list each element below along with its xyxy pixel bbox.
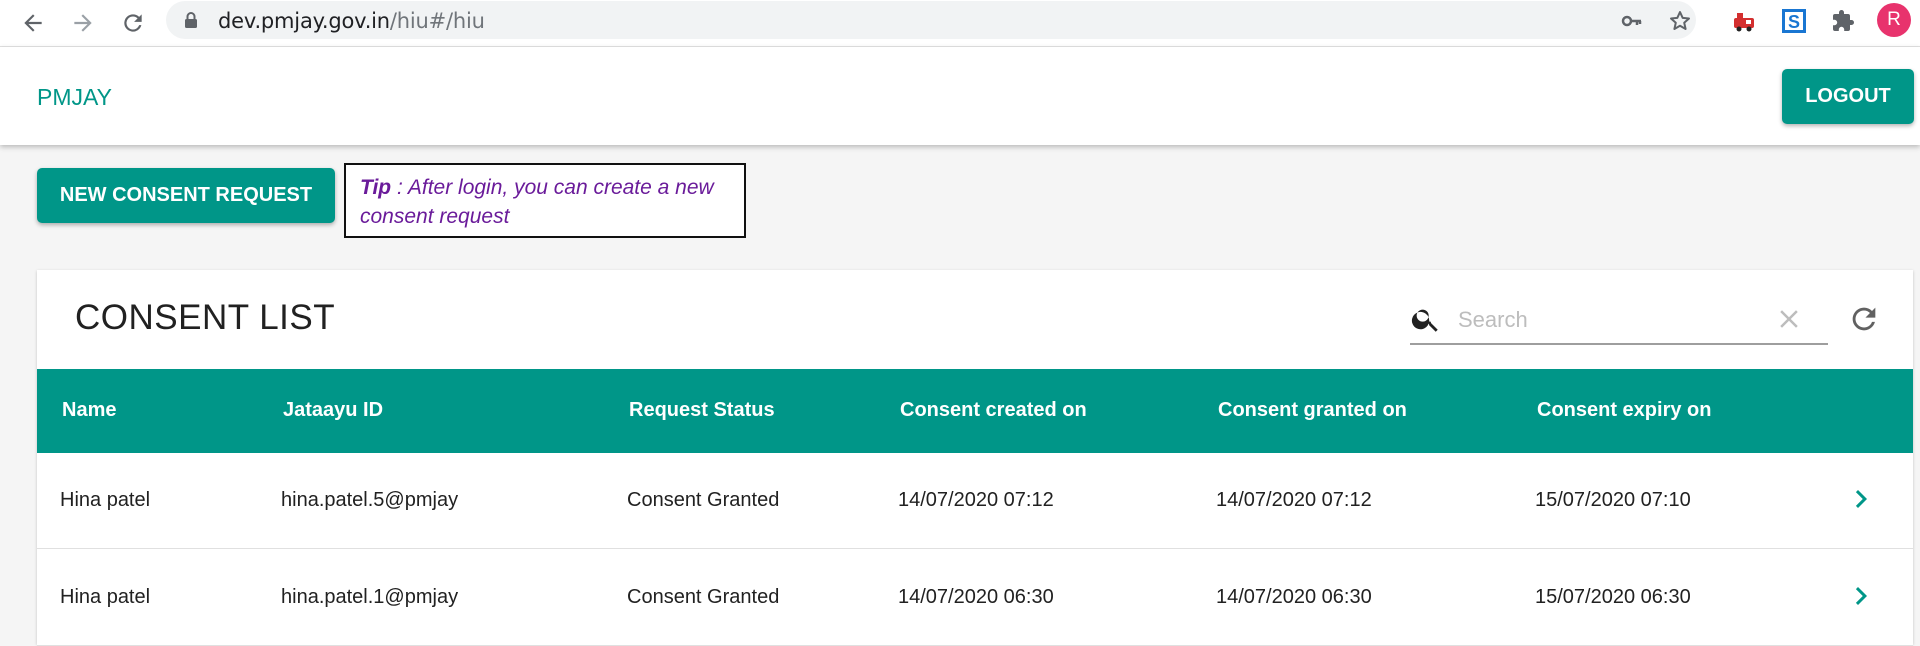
brand-title[interactable]: PMJAY	[37, 84, 112, 111]
cell-consent-created: 14/07/2020 06:30	[898, 586, 1054, 608]
cell-request-status: Consent Granted	[627, 489, 780, 511]
table-row[interactable]: Hina patel hina.patel.1@pmjay Consent Gr…	[37, 550, 1913, 646]
search-input[interactable]	[1458, 303, 1758, 337]
url-host: dev.pmjay.gov.in	[218, 9, 390, 33]
forward-icon[interactable]	[66, 6, 100, 40]
tip-label: Tip	[360, 176, 392, 199]
url-text: dev.pmjay.gov.in/hiu#/hiu	[218, 9, 485, 33]
reload-icon[interactable]	[116, 6, 150, 40]
clear-search-icon[interactable]	[1774, 304, 1804, 339]
avatar[interactable]: R	[1877, 3, 1911, 37]
cell-name: Hina patel	[60, 586, 151, 608]
cell-consent-granted: 14/07/2020 07:12	[1216, 489, 1372, 511]
puzzle-icon[interactable]	[1828, 6, 1858, 36]
extension-s-icon[interactable]: S	[1779, 6, 1809, 36]
tip-box: Tip : After login, you can create a new …	[344, 163, 746, 238]
consent-list-card: CONSENT LIST Name Jataayu ID Request Sta…	[37, 270, 1913, 646]
star-icon[interactable]	[1666, 7, 1694, 35]
search-icon	[1410, 303, 1442, 340]
cell-consent-expiry: 15/07/2020 06:30	[1535, 586, 1691, 608]
lock-icon[interactable]	[184, 11, 198, 34]
url-path: /hiu#/hiu	[389, 9, 485, 33]
logout-button[interactable]: LOGOUT	[1782, 69, 1914, 124]
tip-text: : After login, you can create a new cons…	[360, 176, 714, 228]
column-header-consent-expiry[interactable]: Consent expiry on	[1537, 399, 1711, 422]
consent-list-title: CONSENT LIST	[75, 298, 336, 337]
extension-train-icon[interactable]	[1730, 6, 1760, 36]
table-row[interactable]: Hina patel hina.patel.5@pmjay Consent Gr…	[37, 453, 1913, 549]
refresh-icon[interactable]	[1847, 302, 1881, 341]
column-header-request-status[interactable]: Request Status	[629, 399, 775, 422]
back-icon[interactable]	[16, 6, 50, 40]
svg-text:S: S	[1788, 12, 1800, 32]
column-header-consent-created[interactable]: Consent created on	[900, 399, 1087, 422]
chevron-right-icon[interactable]	[1843, 481, 1879, 522]
cell-consent-expiry: 15/07/2020 07:10	[1535, 489, 1691, 511]
address-bar[interactable]: dev.pmjay.gov.in/hiu#/hiu	[166, 1, 1696, 39]
column-header-jataayu-id[interactable]: Jataayu ID	[283, 399, 383, 422]
search-bar	[1410, 299, 1828, 345]
column-header-consent-granted[interactable]: Consent granted on	[1218, 399, 1407, 422]
cell-jataayu-id: hina.patel.5@pmjay	[281, 489, 459, 511]
column-header-name[interactable]: Name	[62, 399, 116, 422]
cell-consent-granted: 14/07/2020 06:30	[1216, 586, 1372, 608]
chevron-right-icon[interactable]	[1843, 578, 1879, 619]
browser-toolbar: dev.pmjay.gov.in/hiu#/hiu S R	[0, 0, 1920, 47]
cell-consent-created: 14/07/2020 07:12	[898, 489, 1054, 511]
new-consent-request-button[interactable]: NEW CONSENT REQUEST	[37, 168, 335, 223]
table-header: Name Jataayu ID Request Status Consent c…	[37, 369, 1913, 453]
cell-name: Hina patel	[60, 489, 151, 511]
key-icon[interactable]	[1618, 7, 1646, 35]
cell-request-status: Consent Granted	[627, 586, 780, 608]
app-header: PMJAY LOGOUT	[0, 47, 1920, 145]
cell-jataayu-id: hina.patel.1@pmjay	[281, 586, 459, 608]
